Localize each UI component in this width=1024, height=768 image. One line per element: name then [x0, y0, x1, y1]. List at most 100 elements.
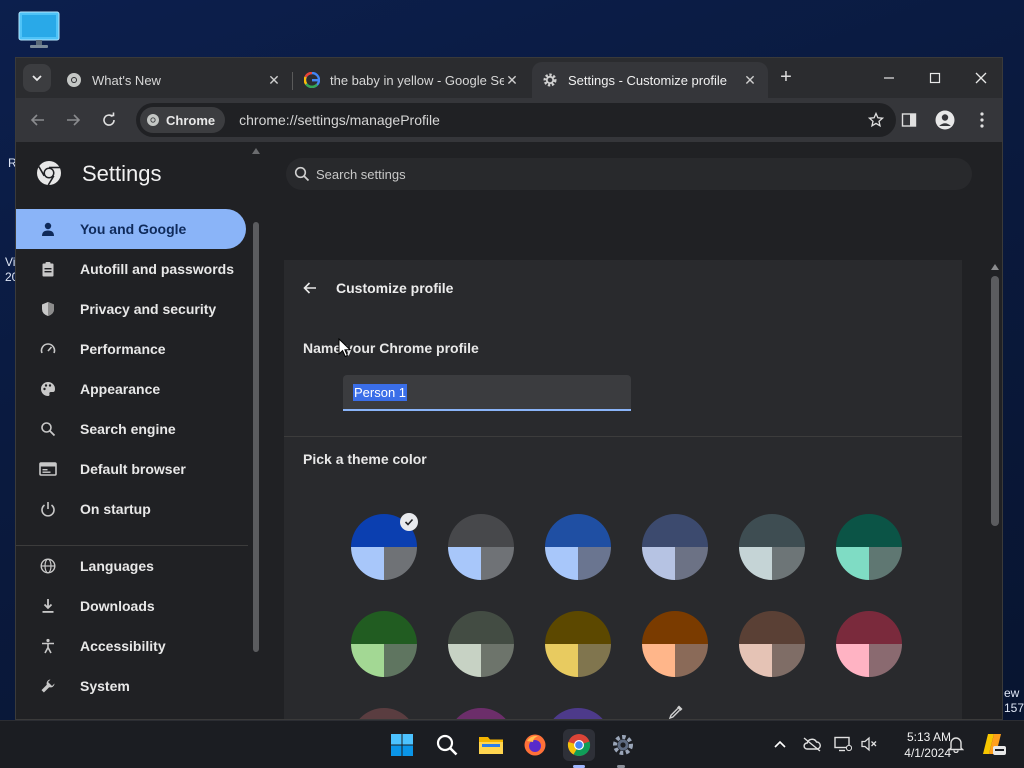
- close-icon[interactable]: ✕: [266, 72, 282, 88]
- settings-page: Settings Search settings You and Google …: [16, 142, 1002, 719]
- taskbar-clock[interactable]: 5:13 AM 4/1/2024: [885, 729, 951, 761]
- theme-swatch[interactable]: [351, 708, 417, 719]
- back-arrow-button[interactable]: [300, 278, 320, 298]
- chrome-icon: [567, 734, 591, 757]
- search-icon: [436, 734, 458, 756]
- swatch-segment: [351, 644, 384, 677]
- maximize-icon: [929, 72, 941, 84]
- maximize-button[interactable]: [912, 58, 958, 98]
- volume-tray-button[interactable]: [858, 733, 880, 755]
- selected-check-icon: [400, 513, 418, 531]
- sidebar-item-label: Default browser: [80, 461, 186, 477]
- custom-color-picker-button[interactable]: [664, 700, 688, 719]
- sidebar-item-you-and-google[interactable]: You and Google: [16, 209, 246, 249]
- theme-swatch[interactable]: [836, 611, 902, 677]
- swatch-segment: [642, 514, 708, 547]
- theme-swatch[interactable]: [545, 708, 611, 719]
- back-button[interactable]: [26, 108, 50, 132]
- theme-swatch[interactable]: [448, 708, 514, 719]
- close-icon[interactable]: ✕: [504, 72, 520, 88]
- theme-swatch[interactable]: [642, 514, 708, 580]
- tab-settings[interactable]: Settings - Customize profile ✕: [532, 62, 768, 98]
- theme-swatch[interactable]: [836, 514, 902, 580]
- kebab-menu-icon: [980, 112, 984, 128]
- sidebar-item-languages[interactable]: Languages: [16, 546, 246, 586]
- scrollbar-thumb[interactable]: [253, 222, 259, 652]
- swatch-segment: [836, 644, 869, 677]
- close-icon[interactable]: ✕: [742, 72, 758, 88]
- close-icon: [975, 72, 987, 84]
- swatch-segment: [351, 708, 417, 719]
- site-info-chip[interactable]: Chrome: [140, 107, 226, 133]
- desktop-fragment: 157: [1004, 701, 1024, 715]
- menu-button[interactable]: [970, 108, 994, 132]
- bookmark-button[interactable]: [862, 106, 890, 134]
- sidebar-item-privacy[interactable]: Privacy and security: [16, 289, 246, 329]
- address-bar[interactable]: Chrome chrome://settings/manageProfile: [136, 103, 896, 137]
- url-text[interactable]: chrome://settings/manageProfile: [239, 112, 862, 128]
- taskbar-search-button[interactable]: [431, 729, 463, 761]
- sidebar-scrollbar[interactable]: [250, 142, 262, 719]
- search-settings-input[interactable]: Search settings: [286, 158, 972, 190]
- close-window-button[interactable]: [958, 58, 1002, 98]
- tab-search-button[interactable]: [23, 64, 51, 92]
- swatch-segment: [384, 644, 417, 677]
- content-scrollbar[interactable]: [988, 260, 1002, 719]
- sidebar-item-accessibility[interactable]: Accessibility: [16, 626, 246, 666]
- taskbar: 5:13 AM 4/1/2024: [0, 720, 1024, 768]
- swatch-segment: [578, 547, 611, 580]
- sidebar-item-autofill[interactable]: Autofill and passwords: [16, 249, 246, 289]
- forward-button[interactable]: [61, 108, 85, 132]
- sidebar-item-system[interactable]: System: [16, 666, 246, 706]
- notifications-button[interactable]: [945, 733, 967, 755]
- sidebar-item-performance[interactable]: Performance: [16, 329, 246, 369]
- swatch-segment: [739, 611, 805, 644]
- theme-swatch[interactable]: [642, 611, 708, 677]
- theme-swatch[interactable]: [545, 611, 611, 677]
- swatch-segment: [448, 514, 514, 547]
- section-title: Customize profile: [336, 280, 454, 296]
- reload-button[interactable]: [97, 108, 121, 132]
- sidebar-item-on-startup[interactable]: On startup: [16, 489, 246, 529]
- copilot-button[interactable]: [980, 733, 1006, 755]
- show-hidden-icons-button[interactable]: [769, 733, 791, 755]
- scrollbar-thumb[interactable]: [991, 276, 999, 526]
- profile-button[interactable]: [933, 108, 957, 132]
- sidebar-item-label: Autofill and passwords: [80, 261, 235, 277]
- theme-swatch[interactable]: [739, 514, 805, 580]
- sidebar-item-default-browser[interactable]: Default browser: [16, 449, 246, 489]
- clipboard-icon: [38, 259, 58, 279]
- tab-google-search[interactable]: the baby in yellow - Google Se ✕: [294, 62, 530, 98]
- browser-icon: [38, 459, 58, 479]
- swatch-segment: [739, 514, 805, 547]
- onedrive-tray-button[interactable]: [801, 733, 823, 755]
- sidebar-item-label: On startup: [80, 501, 151, 517]
- file-explorer-button[interactable]: [475, 729, 507, 761]
- chevron-down-icon: [32, 75, 42, 82]
- scroll-up-arrow-icon: [991, 264, 999, 270]
- firefox-button[interactable]: [519, 729, 551, 761]
- tab-title: What's New: [92, 72, 161, 88]
- side-panel-button[interactable]: [897, 108, 921, 132]
- theme-swatch[interactable]: [351, 611, 417, 677]
- theme-swatch[interactable]: [545, 514, 611, 580]
- theme-swatch[interactable]: [448, 514, 514, 580]
- start-button[interactable]: [386, 729, 418, 761]
- new-tab-button[interactable]: +: [774, 66, 798, 90]
- sidebar-item-label: Downloads: [80, 598, 155, 614]
- minimize-button[interactable]: [866, 58, 912, 98]
- sidebar-item-downloads[interactable]: Downloads: [16, 586, 246, 626]
- profile-name-input[interactable]: Person 1: [343, 375, 631, 411]
- tab-whats-new[interactable]: What's New ✕: [56, 62, 292, 98]
- sidebar-item-search-engine[interactable]: Search engine: [16, 409, 246, 449]
- download-icon: [38, 596, 58, 616]
- power-icon: [38, 499, 58, 519]
- sidebar-item-appearance[interactable]: Appearance: [16, 369, 246, 409]
- chrome-taskbar-button[interactable]: [563, 729, 595, 761]
- chrome-logo-icon: [37, 161, 61, 186]
- theme-swatch[interactable]: [448, 611, 514, 677]
- theme-swatch[interactable]: [739, 611, 805, 677]
- this-pc-desktop-icon[interactable]: [18, 10, 60, 50]
- settings-taskbar-button[interactable]: [607, 729, 639, 761]
- network-tray-button[interactable]: [832, 733, 854, 755]
